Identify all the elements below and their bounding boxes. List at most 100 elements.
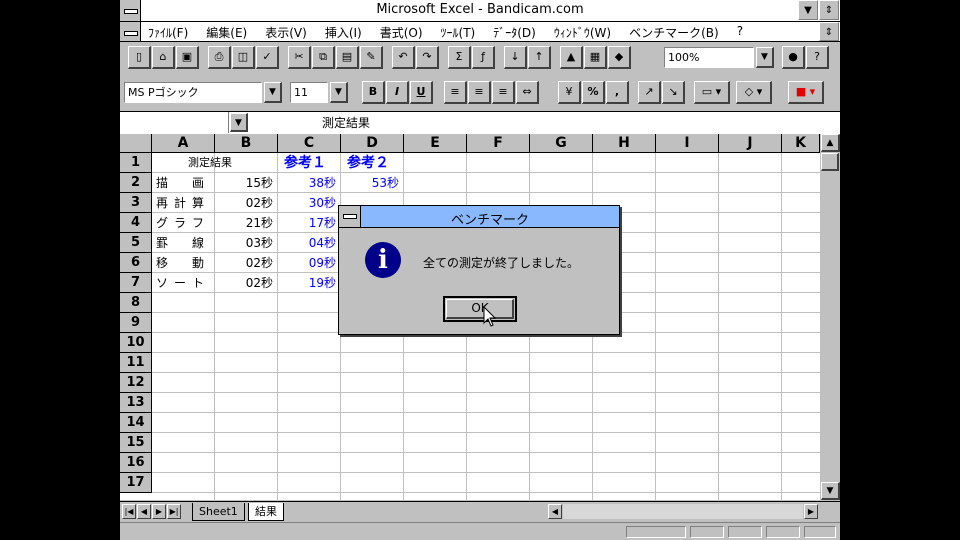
sort-descending-icon[interactable]: ↑ bbox=[528, 46, 551, 69]
row-header-1[interactable]: 1 bbox=[120, 153, 152, 173]
cut-icon[interactable]: ✂ bbox=[288, 46, 311, 69]
font-size-dropdown-icon[interactable]: ▼ bbox=[330, 82, 348, 103]
cell-c7[interactable]: 19秒 bbox=[278, 273, 340, 293]
vertical-scrollbar[interactable]: ▲ ▼ bbox=[820, 134, 840, 500]
help-pointer-icon[interactable]: ? bbox=[806, 46, 829, 69]
borders-icon[interactable]: ▭ ▾ bbox=[694, 81, 730, 104]
bold-button[interactable]: B bbox=[362, 81, 385, 104]
font-color-icon[interactable]: ■ ▾ bbox=[788, 81, 824, 104]
cell-d2[interactable]: 53秒 bbox=[341, 173, 403, 193]
format-painter-icon[interactable]: ✎ bbox=[360, 46, 383, 69]
minimize-button[interactable]: ▼ bbox=[798, 0, 818, 20]
hscroll-right-icon[interactable]: ▶ bbox=[804, 504, 818, 519]
sheet-tab-results[interactable]: 結果 bbox=[248, 503, 284, 521]
menu-view[interactable]: 表示(V) bbox=[265, 24, 307, 41]
row-header-9[interactable]: 9 bbox=[120, 313, 152, 333]
zoom-dropdown-icon[interactable]: ▼ bbox=[756, 47, 774, 68]
hscroll-left-icon[interactable]: ◀ bbox=[548, 504, 562, 519]
restore-document-button[interactable]: ⇕ bbox=[819, 22, 839, 41]
scroll-thumb[interactable] bbox=[821, 153, 839, 171]
paste-icon[interactable]: ▤ bbox=[336, 46, 359, 69]
last-sheet-icon[interactable]: ▶| bbox=[167, 504, 181, 519]
row-header-3[interactable]: 3 bbox=[120, 193, 152, 213]
column-header-d[interactable]: D bbox=[341, 134, 404, 153]
column-header-i[interactable]: I bbox=[656, 134, 719, 153]
next-sheet-icon[interactable]: ▶ bbox=[152, 504, 166, 519]
dialog-title-bar[interactable]: ベンチマーク bbox=[339, 206, 619, 228]
open-folder-icon[interactable]: ⌂ bbox=[152, 46, 175, 69]
drawing-icon[interactable]: ◆ bbox=[608, 46, 631, 69]
cell-b5[interactable]: 03秒 bbox=[215, 233, 277, 253]
name-box-dropdown-icon[interactable]: ▼ bbox=[230, 113, 248, 132]
horizontal-scroll-track[interactable] bbox=[563, 504, 803, 519]
sort-ascending-icon[interactable]: ↓ bbox=[504, 46, 527, 69]
maximize-button[interactable]: ⇕ bbox=[819, 0, 839, 20]
menu-insert[interactable]: 挿入(I) bbox=[325, 24, 362, 41]
autosum-icon[interactable]: Σ bbox=[448, 46, 471, 69]
tip-wizard-icon[interactable]: ● bbox=[782, 46, 805, 69]
column-header-g[interactable]: G bbox=[530, 134, 593, 153]
cell-a1[interactable]: 測定結果 bbox=[188, 153, 232, 173]
align-right-icon[interactable]: ≡ bbox=[492, 81, 515, 104]
merge-center-icon[interactable]: ⇔ bbox=[516, 81, 539, 104]
column-header-a[interactable]: A bbox=[152, 134, 215, 153]
cell-a3[interactable]: 再計算 bbox=[156, 193, 210, 213]
row-header-12[interactable]: 12 bbox=[120, 373, 152, 393]
function-wizard-icon[interactable]: ƒ bbox=[472, 46, 495, 69]
cell-a2[interactable]: 描 画 bbox=[156, 173, 210, 193]
scroll-up-icon[interactable]: ▲ bbox=[821, 134, 840, 152]
cell-b6[interactable]: 02秒 bbox=[215, 253, 277, 273]
cell-c1[interactable]: 参考１ bbox=[284, 153, 326, 173]
print-icon[interactable]: ⎙ bbox=[208, 46, 231, 69]
cell-c6[interactable]: 09秒 bbox=[278, 253, 340, 273]
row-header-4[interactable]: 4 bbox=[120, 213, 152, 233]
ok-button[interactable]: OK bbox=[443, 296, 517, 322]
row-header-6[interactable]: 6 bbox=[120, 253, 152, 273]
name-box[interactable] bbox=[120, 112, 229, 133]
column-header-c[interactable]: C bbox=[278, 134, 341, 153]
zoom-combo[interactable]: 100% bbox=[664, 47, 754, 68]
undo-icon[interactable]: ↶ bbox=[392, 46, 415, 69]
document-menu-button[interactable] bbox=[120, 22, 141, 41]
fill-color-icon[interactable]: ◇ ▾ bbox=[736, 81, 772, 104]
cell-c4[interactable]: 17秒 bbox=[278, 213, 340, 233]
cell-a4[interactable]: グラフ bbox=[156, 213, 210, 233]
menu-window[interactable]: ｳｨﾝﾄﾞｳ(W) bbox=[554, 24, 611, 41]
font-name-combo[interactable]: MS Pゴシック bbox=[124, 82, 262, 103]
first-sheet-icon[interactable]: |◀ bbox=[122, 504, 136, 519]
chart-wizard-icon[interactable]: ▲ bbox=[560, 46, 583, 69]
column-header-e[interactable]: E bbox=[404, 134, 467, 153]
menu-benchmark[interactable]: ベンチマーク(B) bbox=[629, 24, 719, 41]
menu-data[interactable]: ﾃﾞｰﾀ(D) bbox=[493, 24, 536, 41]
cell-c5[interactable]: 04秒 bbox=[278, 233, 340, 253]
column-header-h[interactable]: H bbox=[593, 134, 656, 153]
cell-d1[interactable]: 参考２ bbox=[347, 153, 389, 173]
row-header-5[interactable]: 5 bbox=[120, 233, 152, 253]
menu-format[interactable]: 書式(O) bbox=[380, 24, 423, 41]
font-size-combo[interactable]: 11 bbox=[290, 82, 328, 103]
cell-a5[interactable]: 罫 線 bbox=[156, 233, 210, 253]
cell-c2[interactable]: 38秒 bbox=[278, 173, 340, 193]
select-all-corner[interactable] bbox=[120, 134, 152, 153]
row-header-15[interactable]: 15 bbox=[120, 433, 152, 453]
copy-icon[interactable]: ⧉ bbox=[312, 46, 335, 69]
menu-tools[interactable]: ﾂｰﾙ(T) bbox=[441, 24, 476, 41]
row-header-17[interactable]: 17 bbox=[120, 473, 152, 493]
menu-file[interactable]: ﾌｧｲﾙ(F) bbox=[148, 24, 188, 41]
row-header-16[interactable]: 16 bbox=[120, 453, 152, 473]
dialog-system-menu-button[interactable] bbox=[339, 206, 361, 227]
new-file-icon[interactable]: ▯ bbox=[128, 46, 151, 69]
print-preview-icon[interactable]: ◫ bbox=[232, 46, 255, 69]
row-header-13[interactable]: 13 bbox=[120, 393, 152, 413]
font-name-dropdown-icon[interactable]: ▼ bbox=[264, 82, 282, 103]
column-header-j[interactable]: J bbox=[719, 134, 782, 153]
row-header-7[interactable]: 7 bbox=[120, 273, 152, 293]
decrease-decimal-icon[interactable]: ↘ bbox=[662, 81, 685, 104]
cell-b2[interactable]: 15秒 bbox=[215, 173, 277, 193]
row-header-8[interactable]: 8 bbox=[120, 293, 152, 313]
underline-button[interactable]: U bbox=[410, 81, 433, 104]
map-icon[interactable]: ▦ bbox=[584, 46, 607, 69]
cell-b4[interactable]: 21秒 bbox=[215, 213, 277, 233]
cell-a7[interactable]: ソート bbox=[156, 273, 210, 293]
redo-icon[interactable]: ↷ bbox=[416, 46, 439, 69]
